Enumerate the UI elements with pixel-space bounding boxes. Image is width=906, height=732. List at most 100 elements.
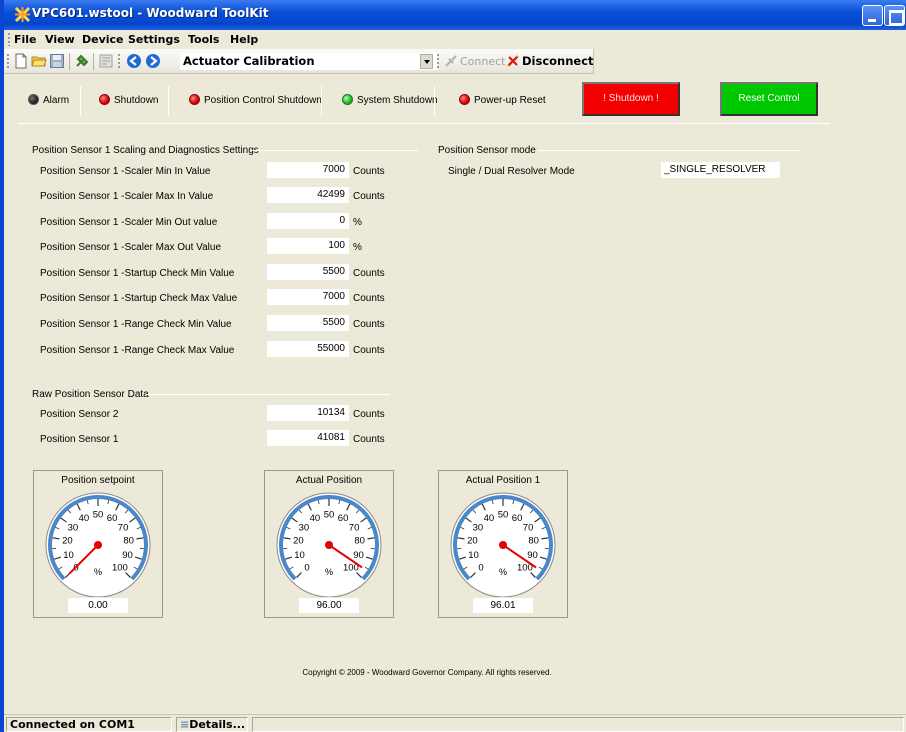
gauge-title: Position setpoint: [61, 475, 135, 486]
gauge-scale-label: 20: [62, 536, 73, 547]
gauge-scale-label: 30: [299, 522, 310, 533]
save-icon[interactable]: [49, 53, 65, 69]
gauge-scale-label: 80: [123, 536, 134, 547]
scaling-row-label: Position Sensor 1 -Scaler Min In Value: [40, 166, 211, 177]
raw-row-value: 10134: [267, 405, 349, 421]
sensor-mode-group-line: [538, 150, 800, 151]
reset-control-button[interactable]: Reset Control: [720, 82, 818, 116]
gauge-scale-label: 30: [473, 522, 484, 533]
menu-file[interactable]: File: [14, 33, 37, 46]
page-selector[interactable]: Actuator Calibration: [180, 53, 438, 70]
scaling-row-value[interactable]: 7000: [267, 289, 349, 305]
gauge-dial: 0102030405060708090100%: [45, 492, 151, 597]
page-selector-dropdown-arrow[interactable]: [420, 54, 433, 69]
toolbar-separator: [93, 53, 94, 70]
maximize-button[interactable]: [884, 5, 905, 26]
gauge-scale-label: 40: [484, 513, 495, 524]
resolver-mode-value[interactable]: _SINGLE_RESOLVER: [661, 162, 780, 178]
status-bar-panel: [252, 717, 904, 732]
scaling-row-unit: Counts: [353, 345, 385, 356]
details-button[interactable]: ≡Details...: [176, 717, 248, 732]
gauge-scale-label: 70: [349, 522, 360, 533]
minimize-button[interactable]: [862, 5, 883, 26]
disconnect-button[interactable]: Disconnect: [506, 54, 594, 68]
gauge-value: 96.01: [473, 598, 533, 613]
alarm-label: Alarm: [43, 95, 70, 106]
gauge-title: Actual Position: [295, 475, 363, 486]
gauge-unit-label: %: [499, 567, 507, 577]
disconnect-icon: [507, 55, 519, 67]
system-shutdown-led-icon: [342, 94, 353, 105]
open-folder-icon[interactable]: [31, 53, 47, 69]
connect-button[interactable]: Connect: [444, 54, 505, 68]
title-bar: VPC601.wstool - Woodward ToolKit: [0, 0, 906, 30]
scaling-row-unit: Counts: [353, 268, 385, 279]
connection-status: Connected on COM1: [6, 717, 172, 732]
scaling-row-unit: Counts: [353, 166, 385, 177]
scaling-row-value[interactable]: 42499: [267, 187, 349, 203]
gauge-needle-hub: [499, 541, 507, 549]
menu-tools[interactable]: Tools: [188, 33, 219, 46]
plugin-icon[interactable]: [74, 53, 90, 69]
scaling-row-value[interactable]: 0: [267, 213, 349, 229]
scaling-row-value[interactable]: 5500: [267, 315, 349, 331]
connect-icon: [445, 55, 457, 67]
position-control-shutdown-label: Position Control Shutdown: [204, 95, 322, 106]
shutdown-label: Shutdown: [114, 95, 159, 106]
powerup-reset-indicator: Power-up Reset: [459, 94, 546, 106]
alarm-indicator: Alarm: [28, 94, 69, 106]
system-shutdown-label: System Shutdown: [357, 95, 438, 106]
scaling-row-value[interactable]: 55000: [267, 341, 349, 357]
scaling-row-label: Position Sensor 1 -Startup Check Max Val…: [40, 293, 238, 304]
gauge-dial: 0102030405060708090100%: [276, 492, 382, 597]
scaling-row-value[interactable]: 7000: [267, 162, 349, 178]
toolbar-separator: [69, 53, 70, 70]
back-arrow-icon[interactable]: [126, 53, 142, 69]
raw-data-group-line: [146, 394, 390, 395]
menu-settings[interactable]: Settings: [128, 33, 180, 46]
gauge-dial: 0102030405060708090100%: [450, 492, 556, 597]
powerup-reset-label: Power-up Reset: [474, 95, 546, 106]
properties-icon[interactable]: [98, 53, 114, 69]
gauge-scale-label: 70: [523, 522, 534, 533]
toolbar-grip: [7, 54, 9, 69]
gauge-value: 96.00: [299, 598, 359, 613]
menu-bar: File View Device Settings Tools Help: [4, 30, 906, 49]
menu-view[interactable]: View: [45, 33, 75, 46]
menu-device[interactable]: Device: [82, 33, 124, 46]
new-file-icon[interactable]: [13, 53, 29, 69]
gauge-scale-label: 0: [304, 562, 309, 573]
shutdown-button[interactable]: ! Shutdown !: [582, 82, 680, 116]
gauge-scale-label: 40: [310, 513, 321, 524]
sensor-mode-group-title: Position Sensor mode: [438, 145, 536, 156]
gauge-scale-label: 10: [63, 550, 74, 561]
gauge-scale-label: 40: [79, 513, 90, 524]
scaling-row-value[interactable]: 100: [267, 238, 349, 254]
scaling-group-title: Position Sensor 1 Scaling and Diagnostic…: [32, 145, 259, 156]
position-setpoint-gauge: Position setpoint 0102030405060708090100…: [33, 470, 163, 618]
resolver-mode-label: Single / Dual Resolver Mode: [448, 166, 575, 177]
menu-grip: [8, 33, 10, 46]
gauge-scale-label: 60: [338, 513, 349, 524]
scaling-row-label: Position Sensor 1 -Range Check Min Value: [40, 319, 232, 330]
gauge-scale-label: 90: [122, 550, 133, 561]
details-label: Details...: [189, 718, 246, 731]
gauge-unit-label: %: [94, 567, 102, 577]
main-panel: Alarm Shutdown Position Control Shutdown…: [4, 74, 906, 714]
alarm-led-icon: [28, 94, 39, 105]
gauge-scale-label: 60: [107, 513, 118, 524]
status-divider: [18, 123, 830, 124]
gauge-scale-label: 90: [353, 550, 364, 561]
gauge-scale-label: 100: [112, 562, 128, 573]
actual-position-1-gauge: Actual Position 1 0 10 20 30 40 50 60 70 80 90 100…: [438, 470, 568, 618]
scaling-row-label: Position Sensor 1 -Scaler Max Out Value: [40, 242, 222, 253]
menu-help[interactable]: Help: [230, 33, 258, 46]
raw-data-group-title: Raw Position Sensor Data: [32, 389, 149, 400]
details-icon: ≡: [180, 718, 190, 731]
gauge-scale-label: 80: [354, 536, 365, 547]
raw-row-label: Position Sensor 1: [40, 434, 119, 445]
scaling-row-value[interactable]: 5500: [267, 264, 349, 280]
gauge-needle-hub: [94, 541, 102, 549]
gauge-scale-label: 70: [118, 522, 129, 533]
forward-arrow-icon[interactable]: [145, 53, 161, 69]
